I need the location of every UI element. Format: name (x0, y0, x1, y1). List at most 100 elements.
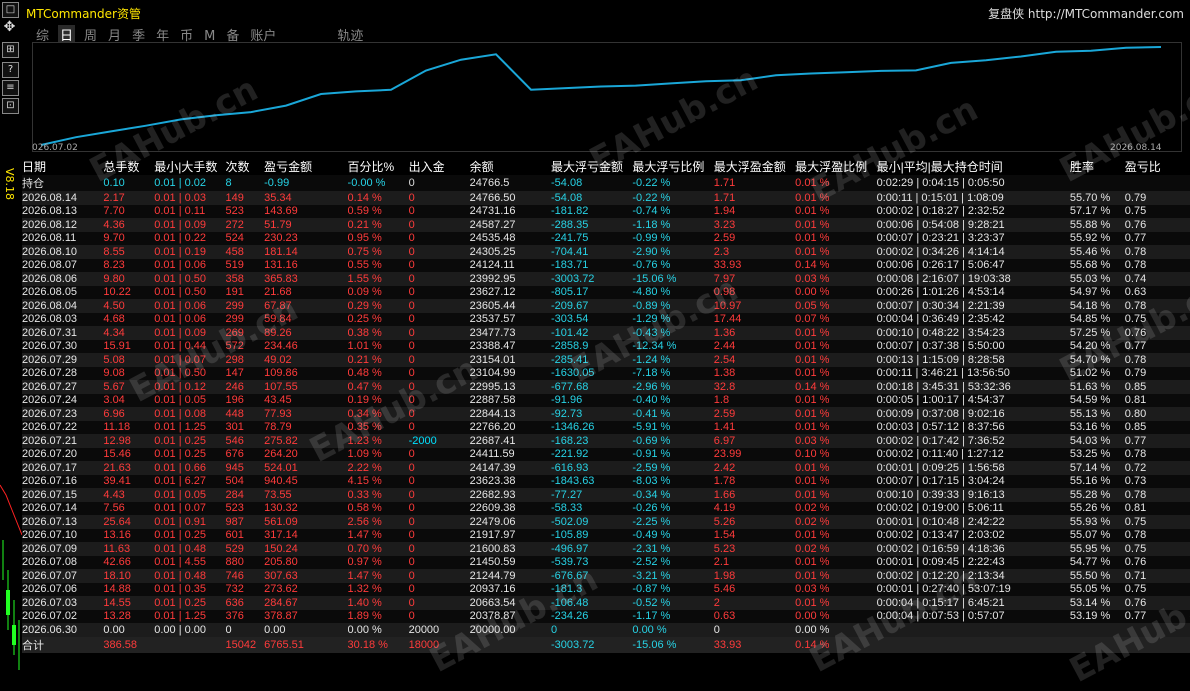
table-cell: 55.50 % (1069, 569, 1125, 583)
table-cell: 0:00:01 | 0:10:48 | 2:42:22 (876, 515, 1070, 529)
table-cell: -0.76 % (632, 258, 714, 272)
table-cell: 0:00:02 | 0:12:20 | 2:13:34 (876, 569, 1070, 583)
table-cell: 365.83 (264, 272, 348, 286)
table-cell: 0.01 % (795, 175, 877, 191)
table-cell (876, 623, 1070, 637)
table-cell: 0:00:11 | 0:15:01 | 1:08:09 (876, 191, 1070, 205)
table-cell: 21.68 (264, 285, 348, 299)
table-cell: 21600.83 (469, 542, 551, 556)
table-cell: 55.92 % (1069, 231, 1125, 245)
minimize-button[interactable]: □ (2, 2, 19, 18)
table-cell: 20378.87 (469, 609, 551, 623)
table-cell: 0.01 % (795, 596, 877, 610)
column-header[interactable]: 最小|平均|最大持仓时间 (877, 158, 1070, 175)
column-header[interactable]: 总手数 (103, 158, 154, 175)
restore-button[interactable]: ⊡ (2, 98, 19, 114)
table-cell: 940.45 (264, 474, 348, 488)
hold-row: 持仓 0.10 0.01 | 0.02 8 -0.99 -0.00 % 0 24766.5 -5… (22, 175, 1190, 191)
table-cell: 572 (225, 339, 265, 353)
table-cell: 22479.06 (469, 515, 551, 529)
table-cell: 0.63 (713, 609, 796, 623)
column-header[interactable]: 最大浮盈比例 (795, 158, 876, 175)
table-cell: 376 (225, 609, 265, 623)
table-cell: 7.97 (713, 272, 796, 286)
table-cell: 12.98 (103, 434, 155, 448)
column-header[interactable]: 百分比% (348, 158, 409, 175)
table-cell: 358 (225, 272, 265, 286)
move-icon[interactable]: ✥ (2, 20, 17, 34)
table-cell: -15.06 % (632, 636, 714, 653)
table-cell: 0.77 (1124, 339, 1190, 353)
table-cell: -0.00 % (347, 175, 409, 191)
table-cell: 0.78 (1124, 258, 1190, 272)
table-cell: 22766.20 (469, 420, 551, 434)
table-row: 2026.07.27 5.67 0.01 | 0.12 246 107.55 0.47 %… (22, 380, 1190, 394)
table-cell: 1.66 (713, 488, 796, 502)
table-cell: 20000 (408, 623, 470, 637)
table-cell: 2026.07.02 (22, 609, 104, 623)
table-cell: 21917.97 (469, 528, 551, 542)
column-header[interactable]: 日期 (22, 158, 103, 175)
table-cell: -7.18 % (632, 366, 714, 380)
menu-button[interactable]: ≡ (2, 80, 19, 96)
column-header[interactable]: 次数 (225, 158, 264, 175)
table-cell: 0.14 % (795, 380, 877, 394)
table-cell: 0.01 | 0.07 (154, 501, 226, 515)
table-cell: 11.63 (103, 542, 155, 556)
table-cell: 0 (408, 380, 470, 394)
table-cell: 0:00:06 | 0:26:17 | 5:06:47 (876, 258, 1070, 272)
table-cell: -106.48 (551, 596, 633, 610)
grid-button[interactable]: ⊞ (2, 42, 19, 58)
table-cell: 0.47 % (347, 380, 409, 394)
table-cell: 0.76 (1124, 218, 1190, 232)
help-button[interactable]: ? (2, 62, 19, 78)
column-header[interactable]: 最大浮亏金额 (551, 158, 632, 175)
column-header[interactable]: 盈亏金额 (264, 158, 347, 175)
table-cell: 0.01 | 0.50 (154, 285, 226, 299)
table-cell: 24305.25 (469, 245, 551, 259)
table-cell: 0.55 % (347, 258, 409, 272)
table-cell: 0.19 % (347, 393, 409, 407)
table-cell: -0.87 % (632, 582, 714, 596)
table-cell: 298 (225, 353, 265, 367)
left-toolbar: □ ✥ ⊞ ? ≡ ⊡ V8.18 (0, 0, 22, 670)
table-cell: 55.95 % (1069, 542, 1125, 556)
table-cell: 746 (225, 569, 265, 583)
column-header[interactable]: 最小|大手数 (154, 158, 225, 175)
table-cell: 0 (408, 515, 470, 529)
table-cell: 107.55 (264, 380, 348, 394)
table-cell: 0.21 % (347, 353, 409, 367)
table-cell: 23477.73 (469, 326, 551, 340)
table-cell: 0.01 | 0.19 (154, 245, 226, 259)
table-cell: 合计 (22, 636, 104, 653)
table-cell: 0.01 | 0.22 (154, 231, 226, 245)
table-cell: 205.80 (264, 555, 348, 569)
table-cell: 54.77 % (1069, 555, 1125, 569)
table-cell: 55.88 % (1069, 218, 1125, 232)
column-header[interactable]: 最大浮盈金额 (714, 158, 795, 175)
table-cell: 0.63 (1124, 285, 1190, 299)
column-header[interactable]: 最大浮亏比例 (632, 158, 713, 175)
column-header[interactable]: 胜率 (1070, 158, 1125, 175)
table-cell: -0.99 % (632, 231, 714, 245)
brand-link[interactable]: 复盘侠 http://MTCommander.com (988, 5, 1184, 22)
column-header[interactable]: 盈亏比 (1125, 158, 1190, 175)
column-header[interactable]: 出入金 (409, 158, 470, 175)
table-cell: 22887.58 (469, 393, 551, 407)
table-cell: 0.01 | 0.08 (154, 407, 226, 421)
table-cell: 945 (225, 461, 265, 475)
table-cell: 0 (551, 623, 633, 637)
column-header[interactable]: 余额 (470, 158, 551, 175)
table-cell: 0.76 (1124, 596, 1190, 610)
table-cell: 880 (225, 555, 265, 569)
table-cell: 0:00:11 | 3:46:21 | 13:56:50 (876, 366, 1070, 380)
table-cell: -0.34 % (632, 488, 714, 502)
table-cell: 2026.08.06 (22, 272, 104, 286)
table-cell: -0.41 % (632, 407, 714, 421)
table-cell: -502.09 (551, 515, 633, 529)
table-cell: 0 (408, 366, 470, 380)
table-cell: 0.02 % (795, 501, 877, 515)
table-cell: 0.01 | 0.44 (154, 339, 226, 353)
daily-stats-table: 日期 总手数 最小|大手数 次数 盈亏金额 百分比% 出入金 余额 最大浮亏金额 最大浮亏比例 最大… (22, 158, 1190, 653)
table-cell: 21450.59 (469, 555, 551, 569)
